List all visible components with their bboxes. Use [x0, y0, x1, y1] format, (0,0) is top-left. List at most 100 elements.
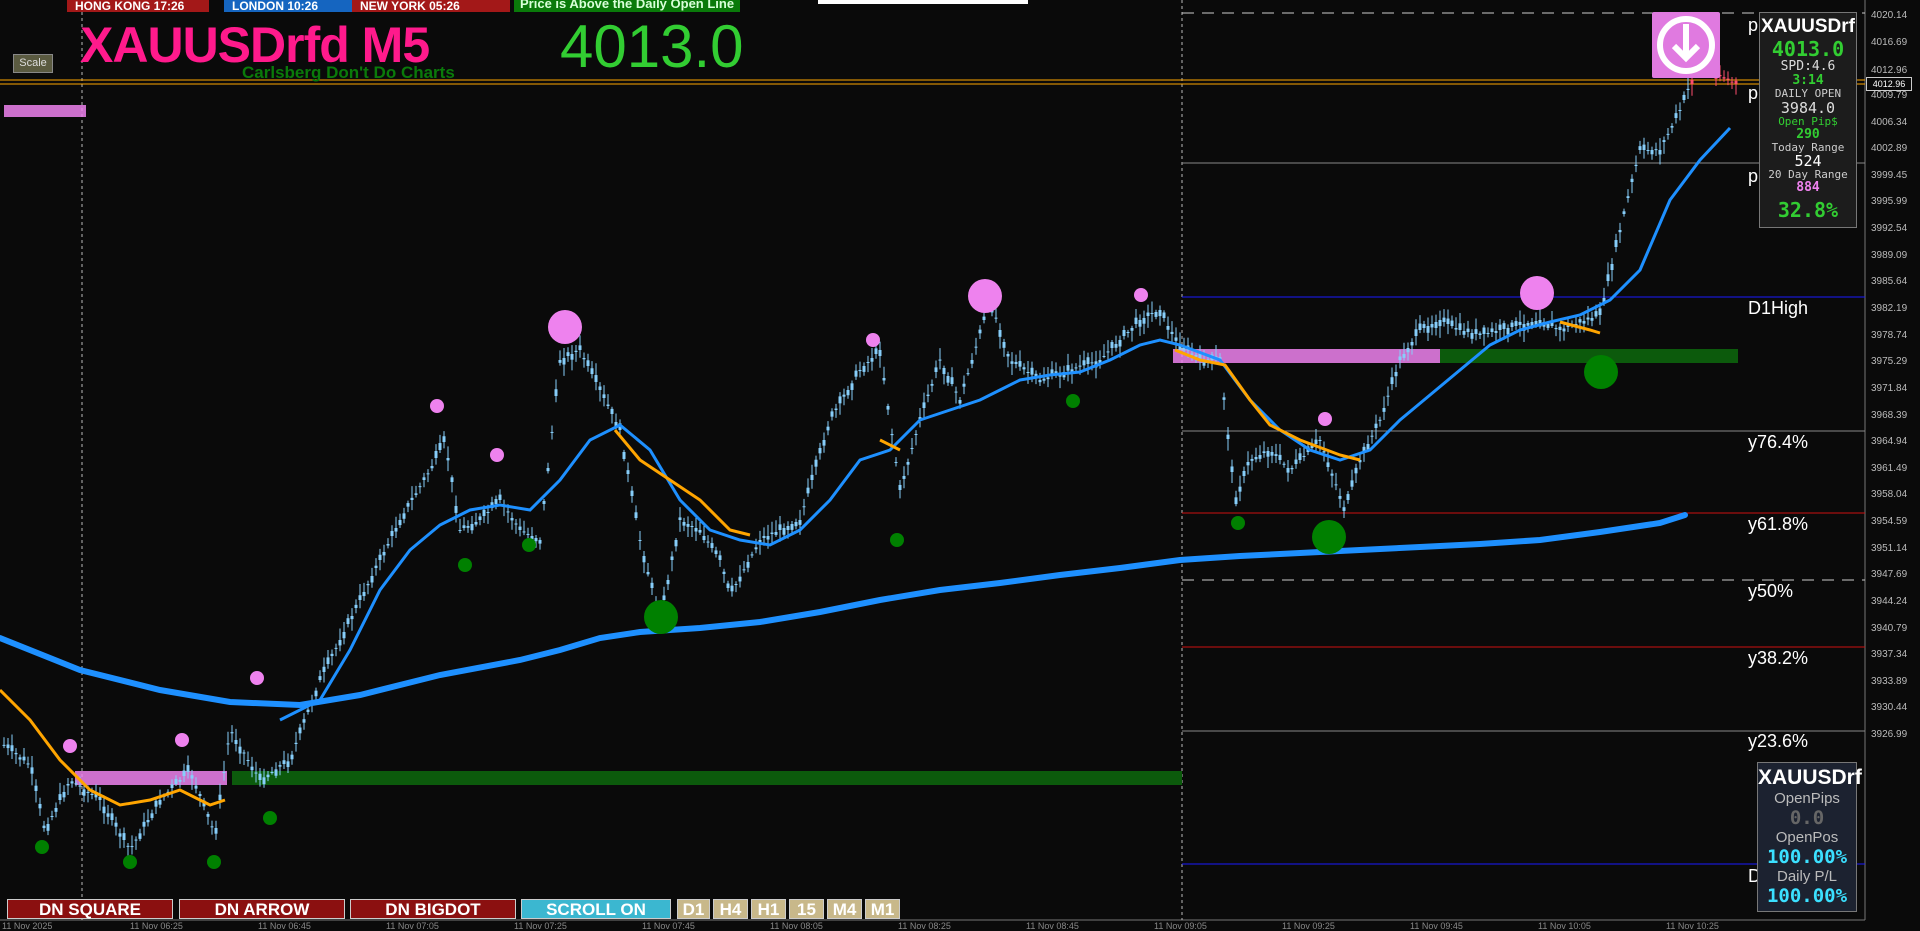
candle-body — [1030, 367, 1034, 375]
candle-body — [486, 512, 490, 513]
price-axis-tick: 3961.49 — [1871, 462, 1908, 474]
candle-body — [1234, 497, 1238, 505]
candle-body — [1122, 329, 1126, 336]
candle-body — [354, 604, 358, 608]
candle-body — [1578, 319, 1582, 323]
candle-body — [254, 772, 258, 774]
positions-daily-pl-label: Daily P/L — [1776, 868, 1838, 885]
timeframe-m1-button[interactable]: M1 — [865, 899, 900, 919]
candle-body — [938, 359, 942, 361]
candle-body — [866, 362, 870, 363]
candle-body — [398, 520, 402, 526]
candle-body — [234, 740, 238, 745]
candle-body — [862, 366, 866, 372]
candle-body — [342, 632, 346, 639]
candle-body — [1682, 94, 1686, 100]
candle-body — [1390, 377, 1394, 384]
level-label-p-upper: p — [1748, 15, 1759, 35]
timeframe-m4-button[interactable]: M4 — [827, 899, 862, 919]
candle-body — [494, 499, 498, 504]
level-label-y38: y38.2% — [1748, 648, 1809, 668]
candle-body — [414, 493, 418, 495]
candle-body — [190, 775, 194, 779]
candle-body — [122, 833, 126, 840]
candle-body — [1330, 473, 1334, 476]
candle-body — [634, 512, 638, 518]
candle-body — [762, 535, 766, 538]
candle-body — [578, 345, 582, 350]
timeframe-h4-button[interactable]: H4 — [713, 899, 748, 919]
candle-body — [82, 789, 86, 796]
candle-body — [806, 487, 810, 494]
candle-body — [906, 462, 910, 465]
candle-body — [942, 368, 946, 375]
candle-body — [18, 757, 22, 760]
candle-body — [1150, 312, 1154, 314]
candle-body — [466, 526, 470, 528]
candle-body — [62, 792, 66, 798]
candle-body — [366, 584, 370, 586]
candle-body — [238, 746, 242, 754]
candle-body — [1490, 328, 1494, 332]
candle-body — [966, 373, 970, 375]
candle-body — [1506, 328, 1510, 335]
candle-body — [274, 769, 278, 776]
candle-body — [706, 541, 710, 543]
candle-body — [186, 765, 190, 772]
scale-button[interactable]: Scale — [13, 54, 53, 73]
candle-body — [458, 530, 462, 531]
candle-body — [542, 500, 546, 504]
candle-body — [1334, 484, 1338, 486]
candle-body — [926, 394, 930, 396]
candle-body — [246, 760, 250, 761]
candle-body — [922, 402, 926, 408]
candle-body — [282, 760, 286, 764]
candle-body — [1650, 150, 1654, 155]
time-axis-tick: 11 Nov 06:45 — [258, 921, 311, 931]
candle-body — [642, 556, 646, 563]
candle-body — [1014, 361, 1018, 364]
candle-body — [126, 845, 130, 847]
swing-low-dot — [1312, 520, 1346, 554]
candle-body — [914, 434, 918, 435]
time-axis-tick: 11 Nov 10:25 — [1666, 921, 1719, 931]
candle-body — [462, 525, 466, 528]
candle-body — [786, 526, 790, 531]
candle-body — [610, 408, 614, 414]
price-chart[interactable] — [0, 0, 1920, 928]
dn-bigdot-button[interactable]: DN BIGDOT — [350, 899, 516, 919]
candle-body — [90, 793, 94, 795]
candle-body — [822, 440, 826, 446]
candle-body — [434, 451, 438, 458]
timeframe-15-button[interactable]: 15 — [789, 899, 824, 919]
price-axis-tick: 4012.96 — [1871, 65, 1908, 77]
candle-body — [722, 571, 726, 574]
alert-icon[interactable] — [1652, 12, 1720, 78]
dn-arrow-button[interactable]: DN ARROW — [179, 899, 345, 919]
candle-body — [410, 497, 414, 500]
scroll-on-button[interactable]: SCROLL ON — [521, 899, 671, 919]
candle-body — [898, 484, 902, 490]
timeframe-d1-button[interactable]: D1 — [677, 899, 710, 919]
candle-body — [1546, 324, 1550, 328]
candle-body — [210, 826, 214, 828]
candle-body — [574, 350, 578, 352]
candle-body — [262, 777, 266, 785]
fast-moving-average — [279, 126, 1732, 722]
candle-body — [30, 767, 34, 774]
candle-body — [386, 544, 390, 546]
price-axis-tick: 3985.64 — [1871, 276, 1908, 288]
dn-square-button[interactable]: DN SQUARE — [7, 899, 173, 919]
candle-body — [1138, 320, 1142, 327]
timeframe-h1-button[interactable]: H1 — [751, 899, 786, 919]
candle-body — [106, 813, 110, 817]
candle-body — [1190, 353, 1194, 355]
candle-body — [1238, 486, 1242, 492]
candle-body — [978, 329, 982, 334]
candle-body — [314, 690, 318, 697]
candle-body — [510, 518, 514, 521]
candle-body — [1166, 326, 1170, 330]
swing-high-dot — [250, 671, 264, 685]
swing-high-dot — [63, 739, 77, 753]
candle-body — [1730, 81, 1734, 83]
